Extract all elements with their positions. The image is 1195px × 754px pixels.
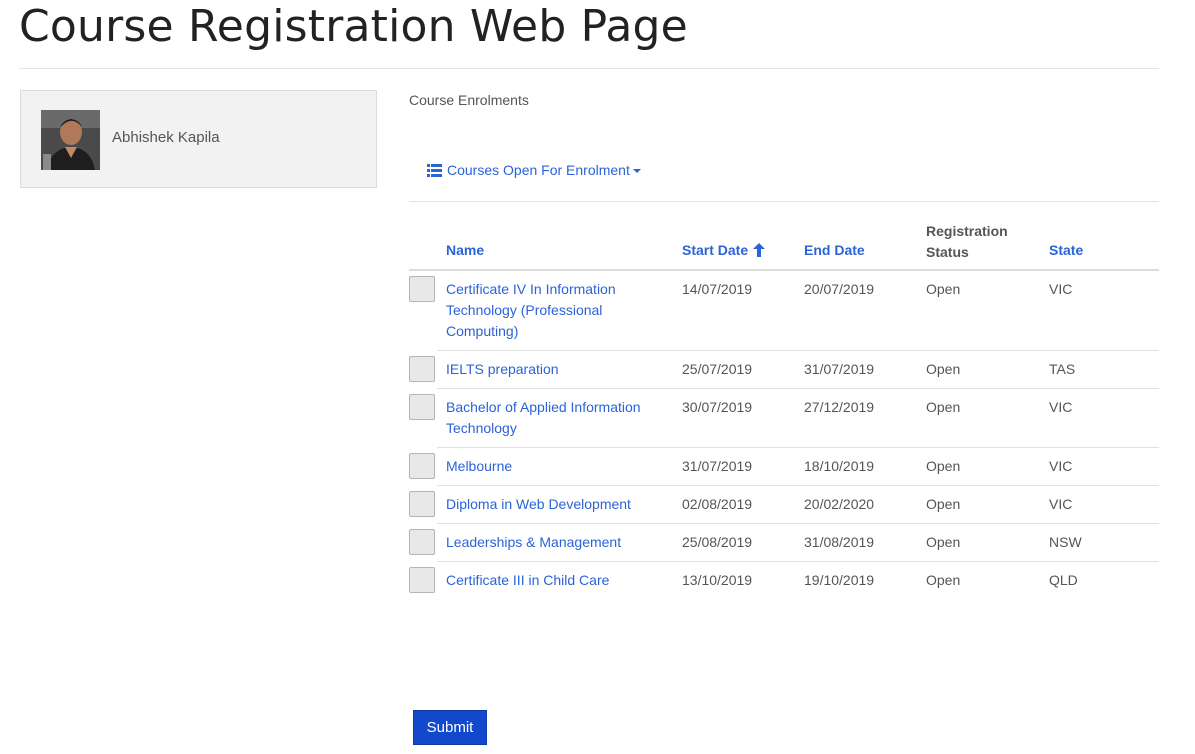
course-name-link[interactable]: Bachelor of Applied Information Technolo…	[446, 397, 671, 439]
course-select-checkbox[interactable]	[409, 394, 435, 420]
avatar	[41, 110, 100, 170]
table-row: Leaderships & Management 25/08/2019 31/08/…	[409, 524, 1159, 562]
course-select-checkbox[interactable]	[409, 276, 435, 302]
course-select-checkbox[interactable]	[409, 529, 435, 555]
state-cell: TAS	[1049, 361, 1076, 377]
state-cell: VIC	[1049, 399, 1073, 415]
course-name-link[interactable]: Certificate III in Child Care	[446, 570, 671, 591]
course-name-link[interactable]: Certificate IV In Information Technology…	[446, 279, 671, 342]
status-cell: Open	[926, 496, 961, 512]
table-row: Melbourne 31/07/2019 18/10/2019 Open VIC	[409, 448, 1159, 486]
start-date-cell: 02/08/2019	[682, 496, 753, 512]
status-cell: Open	[926, 458, 961, 474]
start-date-cell: 13/10/2019	[682, 572, 753, 588]
start-date-cell: 25/07/2019	[682, 361, 753, 377]
header-status-line1: Registration	[926, 223, 1008, 239]
table-row: IELTS preparation 25/07/2019 31/07/2019 Ope…	[409, 351, 1159, 389]
sort-ascending-icon	[753, 243, 766, 257]
end-date-cell: 31/07/2019	[804, 361, 875, 377]
list-icon	[427, 163, 442, 177]
header-registration-status: Registration Status	[926, 221, 1008, 263]
courses-menu-label: Courses Open For Enrolment	[447, 162, 630, 178]
header-end-date[interactable]: End Date	[804, 242, 865, 258]
course-select-checkbox[interactable]	[409, 356, 435, 382]
status-cell: Open	[926, 534, 961, 550]
course-select-checkbox[interactable]	[409, 491, 435, 517]
start-date-cell: 30/07/2019	[682, 399, 753, 415]
course-name-link[interactable]: Melbourne	[446, 456, 671, 477]
user-card: Abhishek Kapila	[20, 90, 377, 188]
state-cell: QLD	[1049, 572, 1078, 588]
end-date-cell: 31/08/2019	[804, 534, 875, 550]
course-name-link[interactable]: Leaderships & Management	[446, 532, 671, 553]
start-date-cell: 31/07/2019	[682, 458, 753, 474]
user-photo-icon	[41, 110, 100, 170]
course-select-checkbox[interactable]	[409, 567, 435, 593]
end-date-cell: 18/10/2019	[804, 458, 875, 474]
title-divider	[19, 68, 1159, 69]
submit-button[interactable]: Submit	[413, 710, 487, 745]
end-date-cell: 19/10/2019	[804, 572, 875, 588]
status-cell: Open	[926, 399, 961, 415]
header-start-date[interactable]: Start Date	[682, 242, 766, 258]
table-row: Certificate IV In Information Technology…	[409, 271, 1159, 351]
course-name-link[interactable]: IELTS preparation	[446, 359, 671, 380]
header-name[interactable]: Name	[446, 242, 484, 258]
courses-menu-dropdown[interactable]: Courses Open For Enrolment	[427, 162, 641, 178]
user-name: Abhishek Kapila	[112, 129, 220, 146]
table-row: Bachelor of Applied Information Technolo…	[409, 389, 1159, 448]
table-row: Diploma in Web Development 02/08/2019 20/0…	[409, 486, 1159, 524]
section-title: Course Enrolments	[409, 92, 529, 108]
header-status-line2: Status	[926, 244, 969, 260]
course-select-checkbox[interactable]	[409, 453, 435, 479]
status-cell: Open	[926, 572, 961, 588]
end-date-cell: 20/02/2020	[804, 496, 875, 512]
menu-divider	[409, 201, 1159, 202]
page-title: Course Registration Web Page	[19, 1, 688, 52]
status-cell: Open	[926, 281, 961, 297]
state-cell: VIC	[1049, 496, 1073, 512]
state-cell: NSW	[1049, 534, 1082, 550]
end-date-cell: 20/07/2019	[804, 281, 875, 297]
course-name-link[interactable]: Diploma in Web Development	[446, 494, 671, 515]
state-cell: VIC	[1049, 458, 1073, 474]
start-date-cell: 14/07/2019	[682, 281, 753, 297]
table-row: Certificate III in Child Care 13/10/2019 1…	[409, 562, 1159, 600]
header-start-date-label: Start Date	[682, 242, 749, 258]
end-date-cell: 27/12/2019	[804, 399, 875, 415]
caret-down-icon	[632, 169, 641, 173]
state-cell: VIC	[1049, 281, 1073, 297]
header-state[interactable]: State	[1049, 242, 1083, 258]
start-date-cell: 25/08/2019	[682, 534, 753, 550]
status-cell: Open	[926, 361, 961, 377]
